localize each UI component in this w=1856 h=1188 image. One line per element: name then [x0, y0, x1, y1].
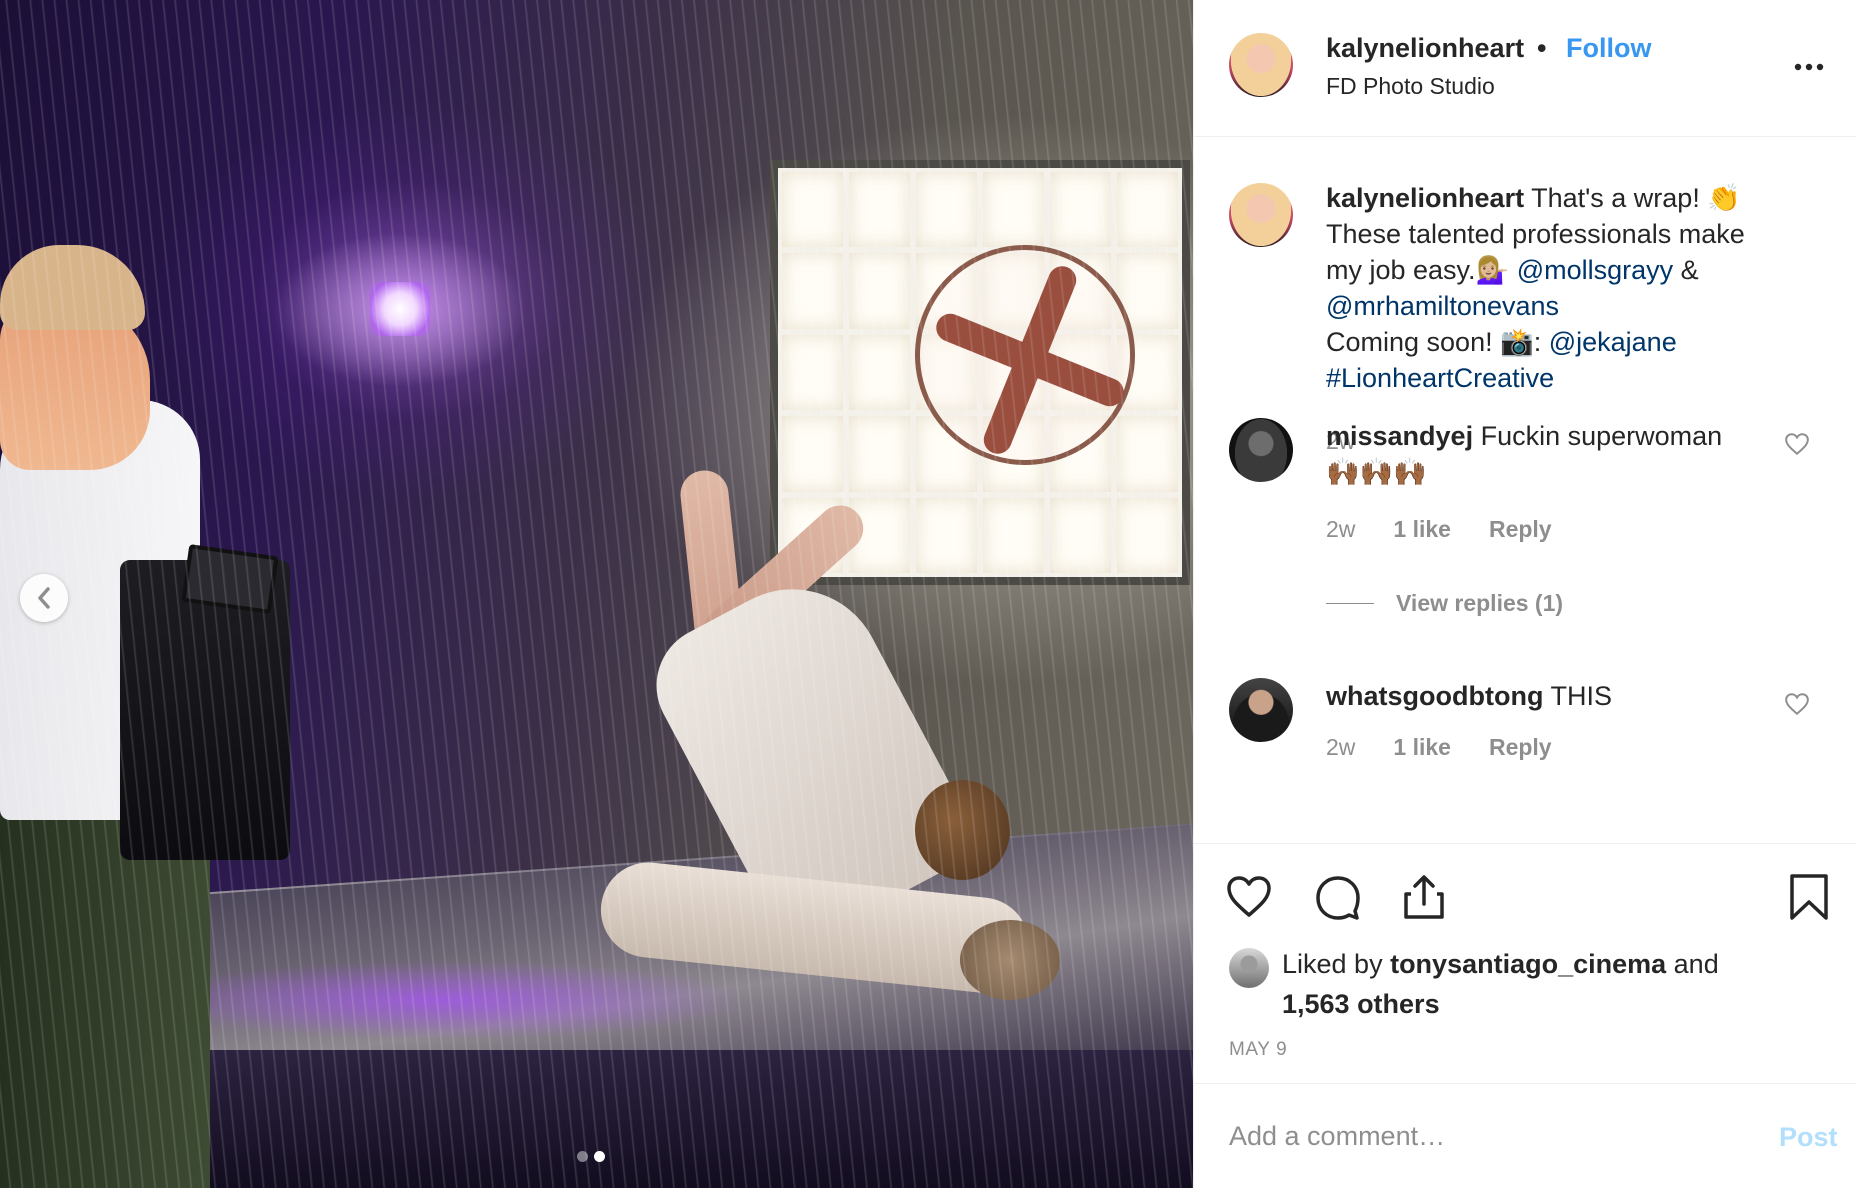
author-username[interactable]: kalynelionheart	[1326, 33, 1524, 64]
comment-body: missandyej Fuckin superwoman 🙌🏾🙌🏾🙌🏾	[1326, 418, 1766, 490]
post-date[interactable]: MAY 9	[1229, 1039, 1287, 1061]
caption-text: my job easy.💁🏼‍♀️	[1326, 255, 1517, 285]
comment-reply-button[interactable]: Reply	[1489, 516, 1552, 543]
caption-username[interactable]: kalynelionheart	[1326, 183, 1524, 213]
instagram-post: kalynelionheart • Follow FD Photo Studio…	[0, 0, 1856, 1188]
comment-text: Fuckin superwoman	[1473, 421, 1723, 451]
commenter-username[interactable]: whatsgoodbtong	[1326, 681, 1543, 711]
chevron-left-icon	[38, 587, 50, 609]
post-comment-button[interactable]: Post	[1779, 1122, 1838, 1153]
commenter-username[interactable]: missandyej	[1326, 421, 1473, 451]
comment-timestamp[interactable]: 2w	[1326, 734, 1355, 761]
post-photo[interactable]	[0, 0, 1193, 1188]
liker-avatar[interactable]	[1229, 948, 1269, 988]
post-sidebar: kalynelionheart • Follow FD Photo Studio…	[1193, 0, 1856, 1188]
bookmark-icon[interactable]	[1784, 872, 1834, 922]
caption-text: That's a wrap! 👏	[1524, 183, 1741, 213]
photo-floor-glow	[130, 960, 750, 1040]
caption-mention[interactable]: @jekajane	[1549, 327, 1677, 357]
photo-purple-light	[370, 282, 430, 336]
more-options-icon[interactable]	[1792, 50, 1826, 84]
caption-mention[interactable]: @mrhamiltonevans	[1326, 291, 1559, 321]
comment-meta: 2w 1 like Reply	[1326, 516, 1552, 543]
commenter-avatar[interactable]	[1229, 418, 1293, 482]
carousel-dot	[577, 1151, 588, 1162]
view-replies-button[interactable]: View replies (1)	[1326, 590, 1563, 617]
comment-likes[interactable]: 1 like	[1393, 734, 1451, 761]
caption-text: &	[1673, 255, 1699, 285]
comments-list[interactable]: kalynelionheart That's a wrap! 👏 These t…	[1194, 138, 1856, 843]
heart-icon[interactable]	[1224, 872, 1274, 922]
add-comment-bar: Post	[1194, 1083, 1856, 1188]
caption-mention[interactable]: @mollsgrayy	[1517, 255, 1673, 285]
caption-author-avatar[interactable]	[1229, 183, 1293, 247]
comment-icon[interactable]	[1312, 872, 1362, 922]
caption-text: These talented professionals make	[1326, 219, 1745, 249]
likes-count[interactable]: 1,563 others	[1282, 989, 1440, 1019]
caption-text: Coming soon! 📸:	[1326, 327, 1549, 357]
carousel-prev-button[interactable]	[20, 574, 68, 622]
photo-fan	[915, 245, 1135, 465]
post-actions: Liked by tonysantiago_cinema and 1,563 o…	[1194, 843, 1856, 1083]
comment-like-heart-icon[interactable]	[1784, 692, 1810, 716]
comment-reply-button[interactable]: Reply	[1489, 734, 1552, 761]
photo-dancer-head	[915, 780, 1010, 880]
photo-dancer-head	[960, 920, 1060, 1000]
share-icon[interactable]	[1399, 872, 1449, 922]
comment-input[interactable]	[1229, 1114, 1709, 1158]
commenter-avatar[interactable]	[1229, 678, 1293, 742]
comment-meta: 2w 1 like Reply	[1326, 734, 1552, 761]
post-caption: kalynelionheart That's a wrap! 👏 These t…	[1326, 180, 1796, 396]
photo-camera-monitor	[181, 544, 279, 614]
view-replies-line	[1326, 603, 1374, 604]
comment-body: whatsgoodbtong THIS	[1326, 678, 1766, 714]
likes-text: Liked by tonysantiago_cinema and 1,563 o…	[1282, 944, 1802, 1024]
likes-middle: and	[1666, 949, 1719, 979]
comment-like-heart-icon[interactable]	[1784, 432, 1810, 456]
author-avatar[interactable]	[1229, 33, 1293, 97]
liker-username[interactable]: tonysantiago_cinema	[1390, 949, 1666, 979]
photo-camera-operator-cap	[0, 245, 145, 330]
carousel-dot-active	[594, 1151, 605, 1162]
comment-timestamp[interactable]: 2w	[1326, 516, 1355, 543]
post-location[interactable]: FD Photo Studio	[1326, 73, 1495, 100]
post-header: kalynelionheart • Follow FD Photo Studio	[1194, 0, 1856, 137]
comment-text: THIS	[1543, 681, 1612, 711]
caption-hashtag[interactable]: #LionheartCreative	[1326, 363, 1554, 393]
view-replies-label: View replies (1)	[1396, 590, 1564, 616]
comment-emoji: 🙌🏾🙌🏾🙌🏾	[1326, 457, 1427, 487]
comment-likes[interactable]: 1 like	[1393, 516, 1451, 543]
header-separator: •	[1537, 33, 1547, 63]
carousel-indicator	[577, 1151, 605, 1162]
follow-button[interactable]: Follow	[1566, 33, 1651, 64]
likes-prefix: Liked by	[1282, 949, 1391, 979]
